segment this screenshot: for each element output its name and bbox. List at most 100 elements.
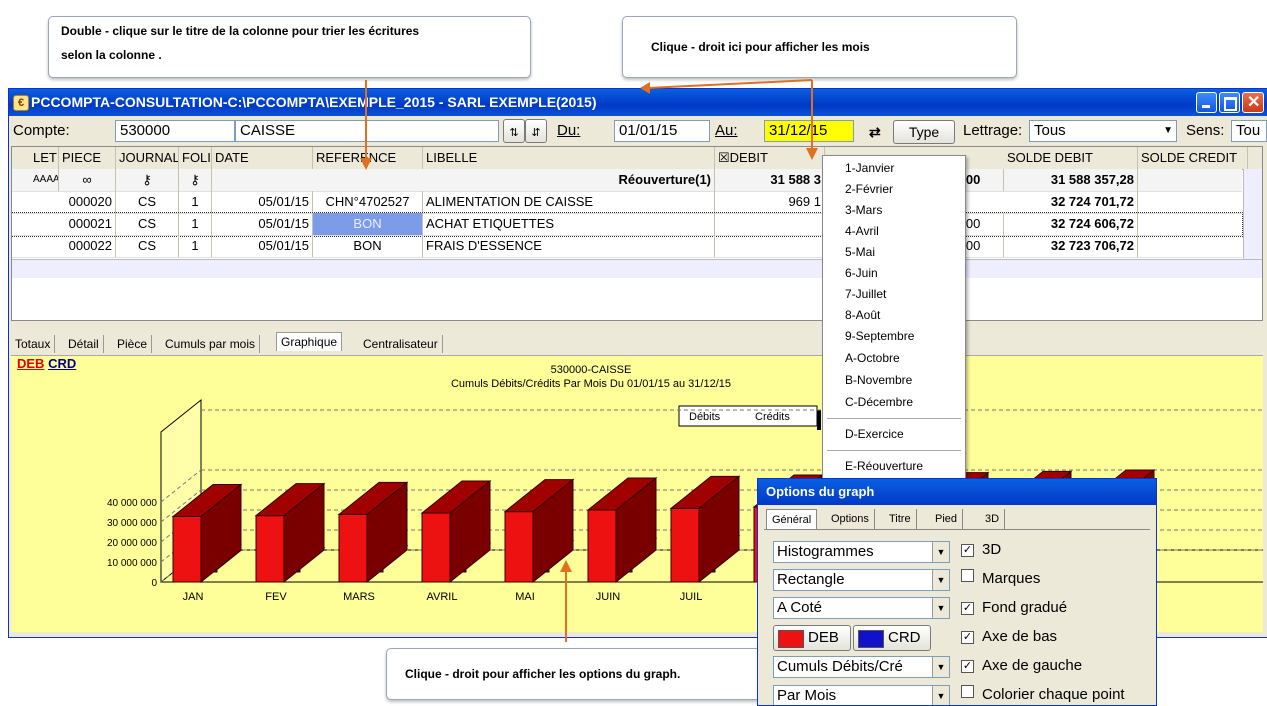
table-row[interactable]: 000021 CS 1 05/01/15 BON ACHAT ETIQUETTE…	[12, 212, 1243, 237]
column-debit[interactable]: ☒DEBIT	[715, 147, 825, 169]
checkbox-marques[interactable]: Marques	[961, 568, 1040, 590]
key-icon[interactable]: ⚷	[179, 169, 212, 191]
horizontal-scrollbar[interactable]	[12, 259, 1262, 278]
menu-item-exercice[interactable]: D-Exercice	[823, 424, 965, 444]
menu-item-month[interactable]: 8-Août	[823, 305, 965, 325]
cell-folio: 1	[179, 213, 212, 235]
chevron-down-icon: ▼	[932, 542, 949, 562]
tab-titre[interactable]: Titre	[884, 509, 917, 529]
checkbox-axe-gauche[interactable]: ✓ Axe de gauche	[961, 655, 1082, 677]
du-date-field[interactable]: 01/01/15	[614, 120, 710, 142]
tab-detail[interactable]: Détail	[64, 335, 104, 353]
compte-name-field[interactable]: CAISSE	[235, 120, 499, 142]
sort-desc-button[interactable]: ⇵	[525, 119, 547, 143]
tab-general[interactable]: Général	[766, 509, 818, 530]
menu-item-month[interactable]: 2-Février	[823, 179, 965, 199]
cell-folio: 1	[179, 191, 212, 213]
checkbox-fond-gradue[interactable]: ✓ Fond gradué	[961, 597, 1067, 619]
column-piece[interactable]: PIECE	[59, 147, 116, 169]
tab-graphique[interactable]: Graphique	[276, 332, 343, 351]
sort-callout: Double - clique sur le titre de la colon…	[48, 16, 531, 78]
chart-ytick-label: 0	[151, 578, 157, 589]
column-let[interactable]: LET	[30, 147, 59, 169]
menu-item-month[interactable]: 4-Avril	[823, 221, 965, 241]
checkbox-axe-bas[interactable]: ✓ Axe de bas	[961, 626, 1057, 648]
menu-item-reouverture[interactable]: E-Réouverture	[823, 456, 965, 476]
check-label-axe-gauche: Axe de gauche	[982, 657, 1083, 674]
column-reference[interactable]: REFERENCE	[313, 147, 423, 169]
period-select[interactable]: Par Mois ▼	[773, 685, 950, 705]
grid-header: LET PIECE JOURNAL FOLIO DATE REFERENCE L…	[12, 147, 1262, 170]
column-date[interactable]: DATE	[212, 147, 313, 169]
sens-label: Sens:	[1186, 122, 1225, 139]
chart-type-select[interactable]: Histogrammes ▼	[773, 541, 950, 563]
menu-item-month[interactable]: C-Décembre	[823, 392, 965, 412]
close-button[interactable]: ✕	[1242, 92, 1264, 113]
cell-piece: 000022	[59, 235, 116, 257]
type-button[interactable]: Type	[893, 120, 955, 144]
cell-reference[interactable]: BON	[313, 213, 423, 235]
column-libelle[interactable]: LIBELLE	[423, 147, 715, 169]
entries-grid: LET PIECE JOURNAL FOLIO DATE REFERENCE L…	[11, 146, 1263, 321]
tab-piece[interactable]: Pièce	[113, 335, 153, 353]
filter-let: AAAA	[30, 169, 59, 191]
tab-3d[interactable]: 3D	[980, 509, 1006, 529]
refresh-icon[interactable]: ⇄	[869, 124, 881, 141]
cell-debit: 969 1	[715, 191, 825, 213]
tab-totaux[interactable]: Totaux	[11, 335, 56, 353]
key-icon[interactable]: ⚷	[116, 169, 179, 191]
menu-item-month[interactable]: 5-Mai	[823, 242, 965, 262]
bar-style-select[interactable]: Rectangle ▼	[773, 569, 950, 591]
menu-item-month[interactable]: 1-Janvier	[823, 158, 965, 178]
data-value: Cumuls Débits/Cré	[777, 658, 903, 675]
crd-color-button[interactable]: CRD	[853, 625, 931, 651]
title-bar[interactable]: € PCCOMPTA-CONSULTATION-C:\PCCOMPTA\EXEM…	[9, 89, 1267, 116]
menu-item-month[interactable]: 3-Mars	[823, 200, 965, 220]
debit-bar	[338, 513, 368, 583]
minimize-icon	[1202, 105, 1210, 108]
months-callout: Clique - droit ici pour afficher les moi…	[622, 16, 1017, 78]
chart-xtick-label: JAN	[183, 591, 204, 603]
chart-xtick-label: MARS	[343, 591, 375, 603]
chart-ytick-label: 40 000 000	[107, 498, 157, 509]
tab-cumuls[interactable]: Cumuls par mois	[161, 335, 261, 353]
deb-color-button[interactable]: DEB	[773, 625, 851, 651]
maximize-button[interactable]	[1219, 92, 1240, 113]
checkbox-colorier[interactable]: Colorier chaque point	[961, 684, 1125, 705]
cell-piece: 000021	[59, 213, 116, 235]
vertical-scrollbar[interactable]	[1243, 169, 1262, 259]
app-icon: €	[13, 95, 29, 111]
menu-item-month[interactable]: 7-Juillet	[823, 284, 965, 304]
data-select[interactable]: Cumuls Débits/Cré ▼	[773, 656, 950, 678]
link-icon[interactable]: ∞	[59, 169, 116, 191]
sort-asc-button[interactable]: ⇅	[503, 119, 525, 143]
tab-pied[interactable]: Pied	[930, 509, 964, 529]
layout-select[interactable]: A Coté ▼	[773, 597, 950, 619]
menu-item-month[interactable]: B-Novembre	[823, 370, 965, 390]
tab-centralisateur[interactable]: Centralisateur	[359, 335, 443, 353]
column-folio[interactable]: FOLIO	[179, 147, 212, 169]
legend-credits: Crédits	[755, 411, 790, 423]
column-journal[interactable]: JOURNAL	[116, 147, 179, 169]
table-row[interactable]: 000022 CS 1 05/01/15 BON FRAIS D'ESSENCE…	[12, 235, 1242, 258]
checkbox-3d[interactable]: ✓ 3D	[961, 539, 1001, 561]
lettrage-select[interactable]: Tous ▼	[1029, 120, 1177, 142]
dialog-title[interactable]: Options du graph	[758, 479, 1156, 505]
column-solde-credit[interactable]: SOLDE CREDIT	[1138, 147, 1248, 169]
sens-select[interactable]: Tou	[1231, 120, 1267, 142]
column-solde-debit[interactable]: SOLDE DEBIT	[1004, 147, 1138, 169]
tab-options[interactable]: Options	[826, 509, 875, 529]
detail-tabs: Totaux Détail Pièce Cumuls par mois Grap…	[9, 331, 1267, 353]
au-date-field[interactable]: 31/12/15	[764, 120, 854, 142]
menu-item-month[interactable]: 9-Septembre	[823, 326, 965, 346]
chevron-down-icon: ▼	[932, 570, 949, 590]
chart-xtick-label: FEV	[265, 591, 287, 603]
minimize-button[interactable]	[1196, 92, 1217, 113]
cell-piece: 000020	[59, 191, 116, 213]
chart-xtick-label: JUIN	[596, 591, 621, 603]
compte-field[interactable]: 530000	[115, 120, 235, 142]
menu-item-month[interactable]: A-Octobre	[823, 348, 965, 368]
close-icon: ✕	[1247, 94, 1261, 111]
menu-item-month[interactable]: 6-Juin	[823, 263, 965, 283]
table-row[interactable]: 000020 CS 1 05/01/15 CHN°4702527 ALIMENT…	[12, 191, 1242, 214]
